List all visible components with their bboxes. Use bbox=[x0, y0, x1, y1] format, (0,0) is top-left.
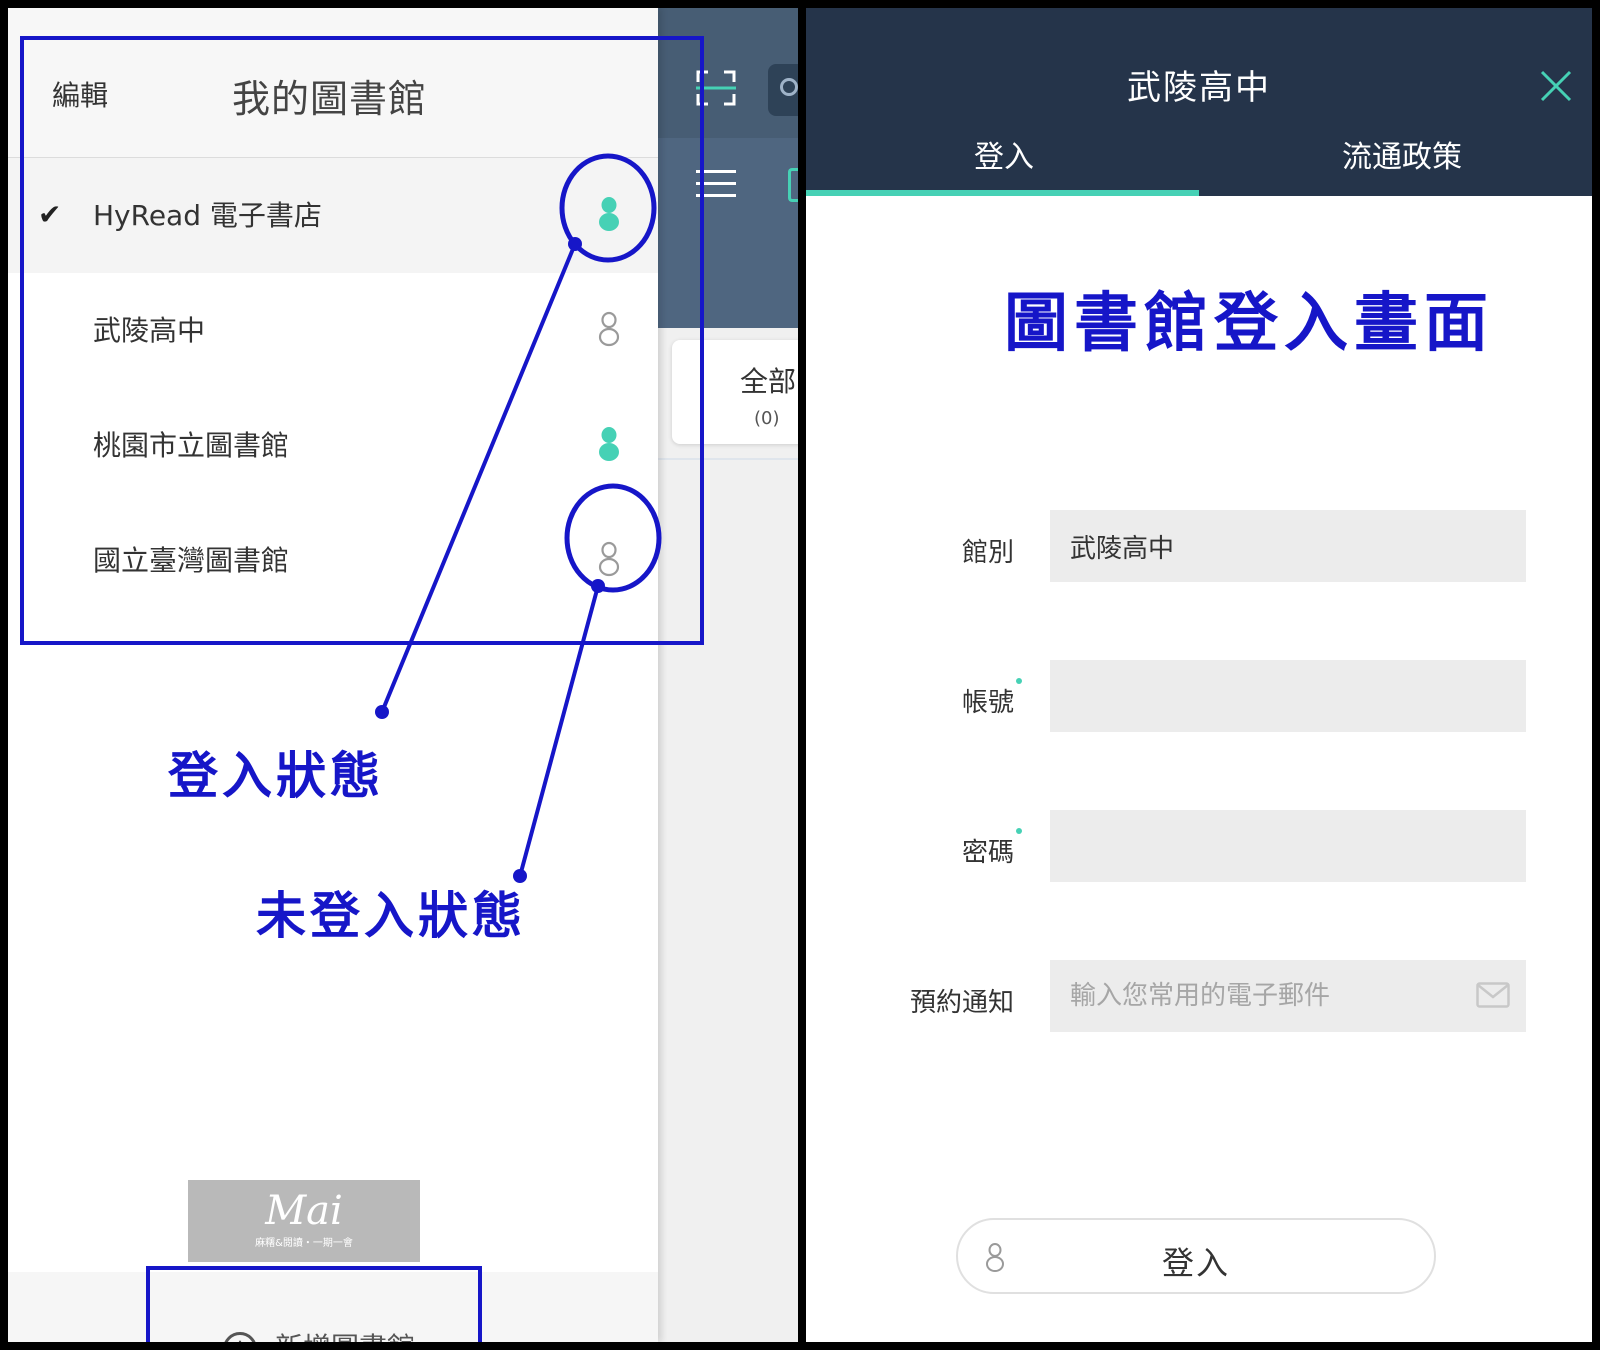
background-app: 全部 (0) bbox=[658, 8, 798, 1342]
required-indicator bbox=[1016, 828, 1022, 834]
watermark-subtitle: 麻糬&閱讀・一期一會 bbox=[255, 1238, 353, 1249]
active-tab-indicator bbox=[806, 190, 1199, 196]
tab-login[interactable]: 登入 bbox=[974, 132, 1034, 176]
annotation-label-not-logged-in: 未登入狀態 bbox=[256, 887, 526, 945]
library-login-screen: 武陵高中 登入 流通政策 圖書館登入畫面 館別 帳號 密碼 預約通知 登入 bbox=[806, 8, 1592, 1342]
my-library-drawer: 編輯 我的圖書館 ✔ HyRead 電子書店 武陵高中 桃園市立圖書館 國立臺灣… bbox=[8, 8, 658, 1342]
person-outline-icon[interactable] bbox=[596, 541, 622, 577]
library-name: 國立臺灣圖書館 bbox=[93, 544, 290, 577]
mail-icon bbox=[1476, 982, 1510, 1008]
library-label: 館別 bbox=[961, 538, 1014, 568]
account-label: 帳號 bbox=[961, 688, 1014, 718]
person-filled-icon[interactable] bbox=[596, 426, 622, 462]
required-indicator bbox=[1016, 678, 1022, 684]
library-name: HyRead 電子書店 bbox=[93, 199, 322, 232]
drawer-header: 編輯 我的圖書館 bbox=[8, 8, 658, 158]
category-card-label: 全部 bbox=[740, 365, 797, 398]
library-name: 桃園市立圖書館 bbox=[93, 429, 290, 462]
library-row-wuling[interactable]: 武陵高中 bbox=[8, 273, 658, 388]
header-title: 武陵高中 bbox=[1127, 68, 1271, 108]
add-library-button[interactable]: + 新增圖書館 bbox=[223, 1326, 443, 1342]
library-row-hyread[interactable]: ✔ HyRead 電子書店 bbox=[8, 158, 658, 273]
search-box[interactable] bbox=[768, 64, 798, 116]
scan-icon[interactable] bbox=[696, 70, 736, 106]
person-filled-icon[interactable] bbox=[596, 196, 622, 232]
add-library-label: 新增圖書館 bbox=[275, 1331, 415, 1342]
annotation-screen-title: 圖書館登入畫面 bbox=[1004, 287, 1494, 361]
menu-icon[interactable] bbox=[696, 170, 736, 206]
edit-button[interactable]: 編輯 bbox=[52, 74, 108, 114]
category-card[interactable]: 全部 (0) bbox=[672, 340, 798, 444]
login-button[interactable]: 登入 bbox=[956, 1218, 1436, 1294]
account-field[interactable] bbox=[1050, 660, 1526, 732]
reservation-notice-label: 預約通知 bbox=[909, 988, 1014, 1018]
close-icon[interactable] bbox=[1536, 66, 1576, 106]
library-row-ntl[interactable]: 國立臺灣圖書館 bbox=[8, 503, 658, 618]
email-field[interactable] bbox=[1050, 960, 1526, 1032]
login-header: 武陵高中 登入 流通政策 bbox=[806, 8, 1592, 196]
search-icon bbox=[780, 78, 798, 96]
left-screenshot-panel: 編輯 我的圖書館 ✔ HyRead 電子書店 武陵高中 桃園市立圖書館 國立臺灣… bbox=[8, 8, 798, 1342]
login-button-label: 登入 bbox=[1161, 1244, 1230, 1282]
drawer-title: 我的圖書館 bbox=[232, 77, 428, 121]
password-label: 密碼 bbox=[961, 838, 1014, 868]
plus-circle-icon: + bbox=[223, 1332, 257, 1342]
filter-button-edge[interactable] bbox=[788, 168, 798, 202]
watermark-logo-text: Mai bbox=[265, 1188, 343, 1234]
annotation-label-logged-in: 登入狀態 bbox=[168, 747, 384, 805]
library-name: 武陵高中 bbox=[93, 314, 206, 347]
tab-circulation-policy[interactable]: 流通政策 bbox=[1342, 132, 1462, 176]
library-field[interactable] bbox=[1050, 510, 1526, 582]
selected-check-icon: ✔ bbox=[38, 198, 62, 231]
person-outline-icon[interactable] bbox=[596, 311, 622, 347]
category-card-count: (0) bbox=[754, 408, 780, 429]
watermark-logo: Mai 麻糬&閱讀・一期一會 bbox=[188, 1180, 420, 1262]
library-row-taoyuan[interactable]: 桃園市立圖書館 bbox=[8, 388, 658, 503]
password-field[interactable] bbox=[1050, 810, 1526, 882]
divider bbox=[658, 458, 798, 460]
